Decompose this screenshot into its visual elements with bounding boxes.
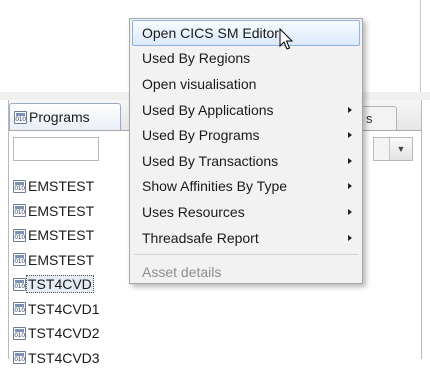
chevron-down-icon[interactable]: ▼ — [389, 138, 412, 160]
list-item-label: EMSTEST — [28, 203, 94, 219]
menu-item-show-affinities-by-type[interactable]: Show Affinities By Type — [130, 174, 362, 200]
menu-item-label: Used By Programs — [142, 127, 259, 143]
menu-item-label: Used By Transactions — [142, 153, 278, 169]
tab-other[interactable]: s — [357, 106, 397, 130]
list-item[interactable]: TST4CVD2 — [13, 321, 163, 346]
submenu-arrow-icon — [348, 107, 352, 113]
submenu-arrow-icon — [348, 209, 352, 215]
menu-item-label: Used By Regions — [142, 50, 250, 66]
program-icon — [14, 111, 27, 124]
filter-input[interactable] — [13, 137, 99, 161]
tab-programs[interactable]: Programs — [9, 103, 121, 130]
menu-item-used-by-programs[interactable]: Used By Programs — [130, 122, 362, 148]
menu-item-label: Used By Applications — [142, 102, 274, 118]
menu-separator — [134, 254, 358, 255]
filter-combo[interactable]: ▼ — [373, 137, 413, 161]
list-item-label: TST4CVD3 — [28, 350, 100, 366]
list-item[interactable]: TST4CVD3 — [13, 346, 163, 370]
list-item[interactable]: TST4CVD1 — [13, 297, 163, 322]
program-icon — [13, 351, 26, 364]
list-item-label: EMSTEST — [28, 252, 94, 268]
program-icon — [13, 327, 26, 340]
menu-item-used-by-applications[interactable]: Used By Applications — [130, 97, 362, 123]
menu-item-label: Uses Resources — [142, 204, 245, 220]
menu-item-label: Asset details — [142, 264, 221, 280]
program-icon — [13, 253, 26, 266]
program-icon — [13, 204, 26, 217]
menu-item-label: Open visualisation — [142, 76, 256, 92]
menu-item-label: Threadsafe Report — [142, 230, 259, 246]
program-icon — [13, 302, 26, 315]
submenu-arrow-icon — [348, 235, 352, 241]
list-item-label: EMSTEST — [28, 178, 94, 194]
tab-other-label: s — [366, 111, 373, 126]
menu-item-open-visualisation[interactable]: Open visualisation — [130, 71, 362, 97]
submenu-arrow-icon — [348, 132, 352, 138]
list-item-label: TST4CVD1 — [28, 301, 100, 317]
submenu-arrow-icon — [348, 158, 352, 164]
menu-item-used-by-transactions[interactable]: Used By Transactions — [130, 148, 362, 174]
program-icon — [13, 229, 26, 242]
menu-item-open-cics-sm-editor[interactable]: Open CICS SM Editor — [132, 20, 360, 46]
menu-item-asset-details: Asset details — [130, 259, 362, 285]
program-icon — [13, 180, 26, 193]
menu-item-threadsafe-report[interactable]: Threadsafe Report — [130, 225, 362, 251]
menu-item-uses-resources[interactable]: Uses Resources — [130, 199, 362, 225]
list-item-label: EMSTEST — [28, 227, 94, 243]
list-item-label: TST4CVD2 — [28, 325, 100, 341]
menu-item-label: Open CICS SM Editor — [142, 25, 279, 41]
tab-programs-label: Programs — [29, 109, 90, 125]
program-icon — [13, 278, 26, 291]
menu-item-used-by-regions[interactable]: Used By Regions — [130, 46, 362, 72]
context-menu: Open CICS SM Editor Used By Regions Open v… — [129, 18, 363, 284]
mouse-pointer-icon — [279, 28, 295, 52]
list-item-label: TST4CVD — [26, 275, 94, 293]
menu-item-label: Show Affinities By Type — [142, 178, 287, 194]
submenu-arrow-icon — [348, 183, 352, 189]
